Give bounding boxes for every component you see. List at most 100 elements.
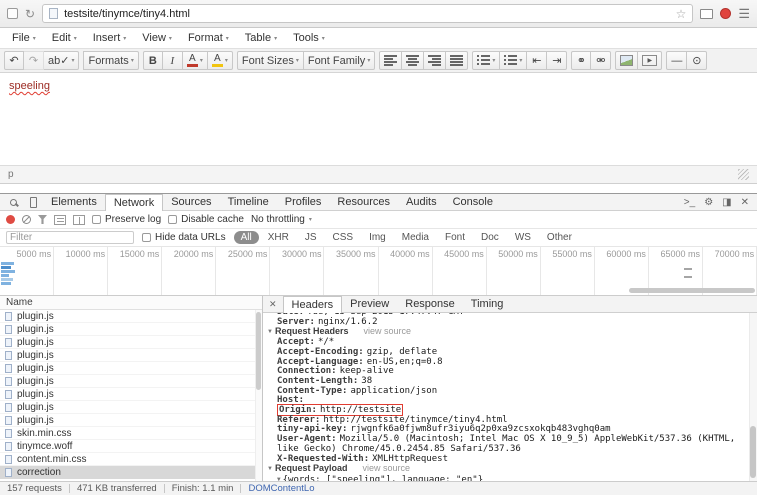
filter-all[interactable]: All [234,231,259,244]
close-details-icon[interactable]: ✕ [263,296,283,312]
align-right-button[interactable] [424,51,446,70]
tab-console[interactable]: Console [445,194,501,210]
view-source-link[interactable]: view source [362,463,410,473]
filter-css[interactable]: CSS [326,231,361,244]
page-icon[interactable] [7,8,18,19]
disclosure-triangle-icon[interactable]: ▼ [267,466,273,472]
filter-media[interactable]: Media [395,231,436,244]
font-sizes-dropdown[interactable]: Font Sizes▾ [237,51,304,70]
request-row[interactable]: content.min.css [0,453,262,466]
request-row[interactable]: plugin.js [0,362,262,375]
scrollbar-thumb[interactable] [750,426,756,478]
unlink-button[interactable]: ⚮ [591,51,611,70]
tab-audits[interactable]: Audits [398,194,445,210]
bold-button[interactable]: B [143,51,163,70]
network-overview[interactable]: 5000 ms10000 ms15000 ms20000 ms25000 ms3… [0,247,757,296]
detail-tab-preview[interactable]: Preview [342,296,397,312]
request-row[interactable]: plugin.js [0,336,262,349]
request-row[interactable]: correction [0,466,262,479]
media-button[interactable]: ▶ [638,51,662,70]
resize-grip[interactable] [738,169,749,180]
request-row[interactable]: tinymce.woff [0,440,262,453]
image-button[interactable] [615,51,638,70]
redo-button[interactable]: ↷ [24,51,44,70]
close-devtools-icon[interactable]: ✕ [741,197,749,208]
detail-tab-headers[interactable]: Headers [283,296,343,313]
record-network-icon[interactable] [6,215,15,224]
menu-format[interactable]: Format▾ [180,28,237,48]
spellcheck-button[interactable]: ab✓▾ [44,51,79,70]
request-row[interactable]: plugin.js [0,388,262,401]
editor-content[interactable]: speeling [0,73,757,165]
misspelled-word[interactable]: speeling [9,80,50,92]
timeline-scrollbar[interactable] [629,288,755,293]
preview-button[interactable]: ⊙ [687,51,707,70]
menu-table[interactable]: Table▾ [237,28,285,48]
record-extension-icon[interactable] [720,8,731,19]
settings-gear-icon[interactable]: ⚙ [704,197,713,208]
address-bar[interactable]: testsite/tinymce/tiny4.html ☆ [42,4,693,23]
browser-menu-icon[interactable]: ☰ [738,7,750,20]
filter-js[interactable]: JS [298,231,324,244]
disclosure-triangle-icon[interactable]: ▼ [267,329,273,335]
reload-icon[interactable]: ↻ [25,8,35,20]
filter-ws[interactable]: WS [508,231,538,244]
forecolor-button[interactable]: A▾ [183,51,208,70]
element-path[interactable]: p [8,169,14,180]
request-list-scrollbar[interactable] [255,310,262,481]
filter-font[interactable]: Font [438,231,472,244]
tab-timeline[interactable]: Timeline [220,194,277,210]
align-left-button[interactable] [379,51,402,70]
filter-input[interactable] [6,231,134,244]
inspect-element-icon[interactable] [3,194,23,210]
request-row[interactable]: plugin.js [0,323,262,336]
menu-view[interactable]: View▾ [134,28,180,48]
menu-edit[interactable]: Edit▾ [44,28,85,48]
bookmark-star-icon[interactable]: ☆ [676,7,687,21]
preserve-log-checkbox[interactable]: Preserve log [92,214,161,225]
formats-dropdown[interactable]: Formats▾ [83,51,138,70]
hide-data-urls-checkbox[interactable]: Hide data URLs [142,232,226,243]
filter-other[interactable]: Other [540,231,579,244]
undo-button[interactable]: ↶ [4,51,24,70]
bullet-list-button[interactable]: ▾ [472,51,500,70]
dock-side-icon[interactable]: ◨ [722,197,731,208]
numbered-list-button[interactable]: ▾ [500,51,527,70]
throttling-dropdown[interactable]: No throttling ▾ [251,214,312,225]
backcolor-button[interactable]: A▾ [208,51,233,70]
view-source-link[interactable]: view source [363,326,411,336]
window-extension-icon[interactable] [700,9,713,19]
name-column-header[interactable]: Name [0,296,262,310]
disclosure-triangle-icon[interactable]: ▼ [277,476,281,481]
tab-sources[interactable]: Sources [163,194,219,210]
align-justify-button[interactable] [446,51,468,70]
request-row[interactable]: plugin.js [0,349,262,362]
menu-tools[interactable]: Tools▾ [285,28,333,48]
tab-elements[interactable]: Elements [43,194,105,210]
tab-network[interactable]: Network [105,194,163,211]
scrollbar-thumb[interactable] [256,312,261,390]
request-row[interactable]: plugin.js [0,401,262,414]
filter-icon[interactable] [38,215,47,224]
timeline-view-icon[interactable] [73,215,85,225]
align-center-button[interactable] [402,51,424,70]
filter-xhr[interactable]: XHR [261,231,296,244]
request-row[interactable]: plugin.js [0,375,262,388]
console-drawer-icon[interactable]: >_ [684,197,695,208]
menu-insert[interactable]: Insert▾ [85,28,135,48]
device-mode-icon[interactable] [23,194,43,210]
detail-tab-response[interactable]: Response [397,296,463,312]
hr-button[interactable]: — [666,51,687,70]
details-scrollbar[interactable] [749,313,757,481]
request-row[interactable]: plugin.js [0,310,262,323]
disable-cache-checkbox[interactable]: Disable cache [168,214,244,225]
filter-img[interactable]: Img [362,231,393,244]
detail-tab-timing[interactable]: Timing [463,296,512,312]
tab-profiles[interactable]: Profiles [277,194,330,210]
clear-requests-icon[interactable] [22,215,31,224]
request-row[interactable]: skin.min.css [0,427,262,440]
request-row[interactable]: plugin.js [0,414,262,427]
italic-button[interactable]: I [163,51,183,70]
menu-file[interactable]: File▾ [4,28,44,48]
filter-doc[interactable]: Doc [474,231,506,244]
